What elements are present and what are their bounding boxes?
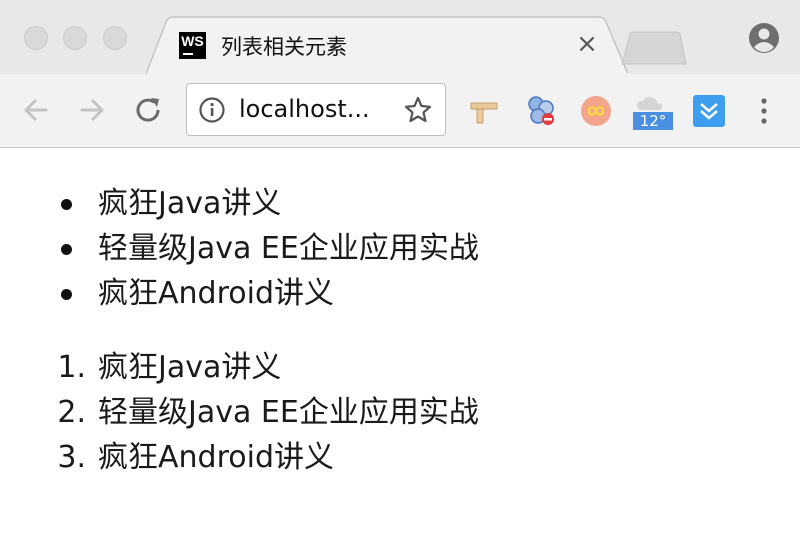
list-item: 疯狂Android讲义 <box>0 274 800 319</box>
tab-shape <box>146 16 629 76</box>
bullet-marker <box>61 199 72 210</box>
page-content: 疯狂Java讲义 轻量级Java EE企业应用实战 疯狂Android讲义 1.… <box>0 148 800 544</box>
list-item: 疯狂Java讲义 <box>0 184 800 229</box>
reload-icon[interactable] <box>131 92 167 128</box>
url-text: localhost... <box>239 95 370 123</box>
back-arrow-icon[interactable] <box>18 92 54 128</box>
number-marker: 1. <box>57 350 86 385</box>
forward-arrow-icon[interactable] <box>74 92 110 128</box>
download-extension-icon[interactable] <box>692 94 726 128</box>
weather-badge: 12° <box>633 112 673 130</box>
list-item-text: 疯狂Java讲义 <box>98 350 282 385</box>
unordered-list: 疯狂Java讲义 轻量级Java EE企业应用实战 疯狂Android讲义 <box>0 184 800 319</box>
number-marker: 3. <box>57 440 86 475</box>
window-minimize-button[interactable] <box>63 26 87 50</box>
list-item: 3. 疯狂Android讲义 <box>0 438 800 483</box>
list-item-text: 轻量级Java EE企业应用实战 <box>98 395 479 430</box>
info-icon[interactable] <box>199 97 225 123</box>
new-tab-button[interactable] <box>620 30 688 66</box>
star-icon[interactable] <box>403 95 433 125</box>
window-close-button[interactable] <box>24 26 48 50</box>
window-maximize-button[interactable] <box>103 26 127 50</box>
list-item-text: 疯狂Java讲义 <box>98 186 282 221</box>
tab-strip: WS 列表相关元素 × <box>0 0 800 76</box>
list-item: 2. 轻量级Java EE企业应用实战 <box>0 393 800 438</box>
list-item-text: 疯狂Android讲义 <box>98 276 334 311</box>
list-item-text: 疯狂Android讲义 <box>98 440 334 475</box>
infinity-extension-icon[interactable] <box>579 94 613 128</box>
webstorm-favicon-icon: WS <box>179 32 206 59</box>
bullet-marker <box>61 289 72 300</box>
active-tab[interactable]: WS 列表相关元素 × <box>146 16 630 76</box>
cloud-icon <box>637 96 662 110</box>
blocker-extension-icon[interactable] <box>524 94 558 128</box>
menu-kebab-icon[interactable] <box>752 96 776 126</box>
tab-close-icon[interactable]: × <box>575 31 599 57</box>
browser-toolbar: localhost... 12° <box>0 74 800 148</box>
ruler-extension-icon[interactable] <box>467 94 501 128</box>
list-item-text: 轻量级Java EE企业应用实战 <box>98 231 479 266</box>
number-marker: 2. <box>57 395 86 430</box>
list-item: 轻量级Java EE企业应用实战 <box>0 229 800 274</box>
ordered-list: 1. 疯狂Java讲义 2. 轻量级Java EE企业应用实战 3. 疯狂And… <box>0 348 800 483</box>
list-item: 1. 疯狂Java讲义 <box>0 348 800 393</box>
profile-icon[interactable] <box>748 22 780 54</box>
address-bar[interactable]: localhost... <box>186 83 446 136</box>
bullet-marker <box>61 244 72 255</box>
tab-title: 列表相关元素 <box>221 35 347 59</box>
weather-extension-icon[interactable]: 12° <box>633 94 673 130</box>
